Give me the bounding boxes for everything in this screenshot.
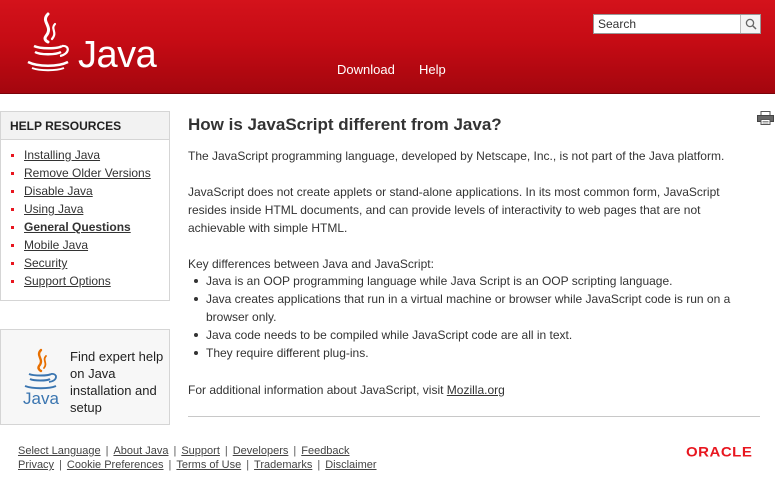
help-link-installing-java[interactable]: Installing Java <box>24 148 100 162</box>
java-expert-logo: Java <box>21 348 61 412</box>
footer-link-terms-of-use[interactable]: Terms of Use <box>176 459 241 471</box>
footer-links-row-1: Select Language | About Java | Support | Devel… <box>18 445 350 457</box>
search-box <box>593 14 761 34</box>
nav-download[interactable]: Download <box>337 62 395 77</box>
help-item-disable-java: Disable Java <box>9 182 169 200</box>
footer-link-about-java[interactable]: About Java <box>113 445 168 457</box>
nav-help[interactable]: Help <box>419 62 446 77</box>
footer-link-select-language[interactable]: Select Language <box>18 445 101 457</box>
more-info-text: For additional information about JavaScr… <box>188 383 447 397</box>
difference-item: Java is an OOP programming language whil… <box>188 272 748 290</box>
help-link-support-options[interactable]: Support Options <box>24 274 111 288</box>
more-info-paragraph: For additional information about JavaScr… <box>188 381 748 399</box>
differences-intro: Key differences between Java and JavaScr… <box>188 257 434 271</box>
java-cup-icon <box>27 12 69 72</box>
difference-item: Java code needs to be compiled while Jav… <box>188 326 748 344</box>
search-button[interactable] <box>740 15 760 33</box>
help-link-mobile-java[interactable]: Mobile Java <box>24 238 88 252</box>
article-header: How is JavaScript different from Java? <box>188 112 760 138</box>
print-icon[interactable] <box>757 111 774 125</box>
help-link-remove-older-versions[interactable]: Remove Older Versions <box>24 166 151 180</box>
content-divider <box>188 416 760 417</box>
help-link-general-questions[interactable]: General Questions <box>24 220 131 234</box>
oracle-logo[interactable]: ORACLE <box>686 445 752 461</box>
help-resources-panel: HELP RESOURCES Installing Java Remove Ol… <box>0 111 170 301</box>
help-item-support-options: Support Options <box>9 272 169 290</box>
search-input[interactable] <box>594 15 740 33</box>
footer-link-support[interactable]: Support <box>181 445 220 457</box>
mozilla-link[interactable]: Mozilla.org <box>447 383 505 397</box>
expert-help-panel[interactable]: Java Find expert help on Java installati… <box>0 329 170 425</box>
intro-paragraph: The JavaScript programming language, dev… <box>188 149 725 163</box>
search-icon <box>745 18 757 30</box>
java-expert-wordmark: Java <box>23 389 59 408</box>
help-link-using-java[interactable]: Using Java <box>24 202 83 216</box>
footer-links-row-2: Privacy | Cookie Preferences | Terms of Use |… <box>18 459 377 471</box>
java-logo[interactable]: Java <box>24 12 157 78</box>
footer-link-privacy[interactable]: Privacy <box>18 459 54 471</box>
help-item-remove-older-versions: Remove Older Versions <box>9 164 169 182</box>
footer-link-developers[interactable]: Developers <box>233 445 289 457</box>
help-item-general-questions: General Questions <box>9 218 169 236</box>
site-header: Java Download Help <box>0 0 775 94</box>
help-item-using-java: Using Java <box>9 200 169 218</box>
difference-item: They require different plug-ins. <box>188 344 748 362</box>
page-title: How is JavaScript different from Java? <box>188 115 502 134</box>
differences-list: Java is an OOP programming language whil… <box>188 272 748 362</box>
expert-help-text[interactable]: Find expert help on Java installation an… <box>70 348 166 416</box>
footer-link-trademarks[interactable]: Trademarks <box>254 459 312 471</box>
description-paragraph: JavaScript does not create applets or st… <box>188 185 720 235</box>
help-item-mobile-java: Mobile Java <box>9 236 169 254</box>
java-wordmark: Java <box>78 34 157 76</box>
footer-link-cookie-preferences[interactable]: Cookie Preferences <box>67 459 164 471</box>
help-item-security: Security <box>9 254 169 272</box>
help-resources-list: Installing Java Remove Older Versions Di… <box>1 140 169 290</box>
footer-link-feedback[interactable]: Feedback <box>301 445 349 457</box>
help-item-installing-java: Installing Java <box>9 146 169 164</box>
difference-item: Java creates applications that run in a … <box>188 290 748 326</box>
footer-link-disclaimer[interactable]: Disclaimer <box>325 459 376 471</box>
help-link-security[interactable]: Security <box>24 256 67 270</box>
help-link-disable-java[interactable]: Disable Java <box>24 184 93 198</box>
help-resources-title: HELP RESOURCES <box>1 112 169 140</box>
